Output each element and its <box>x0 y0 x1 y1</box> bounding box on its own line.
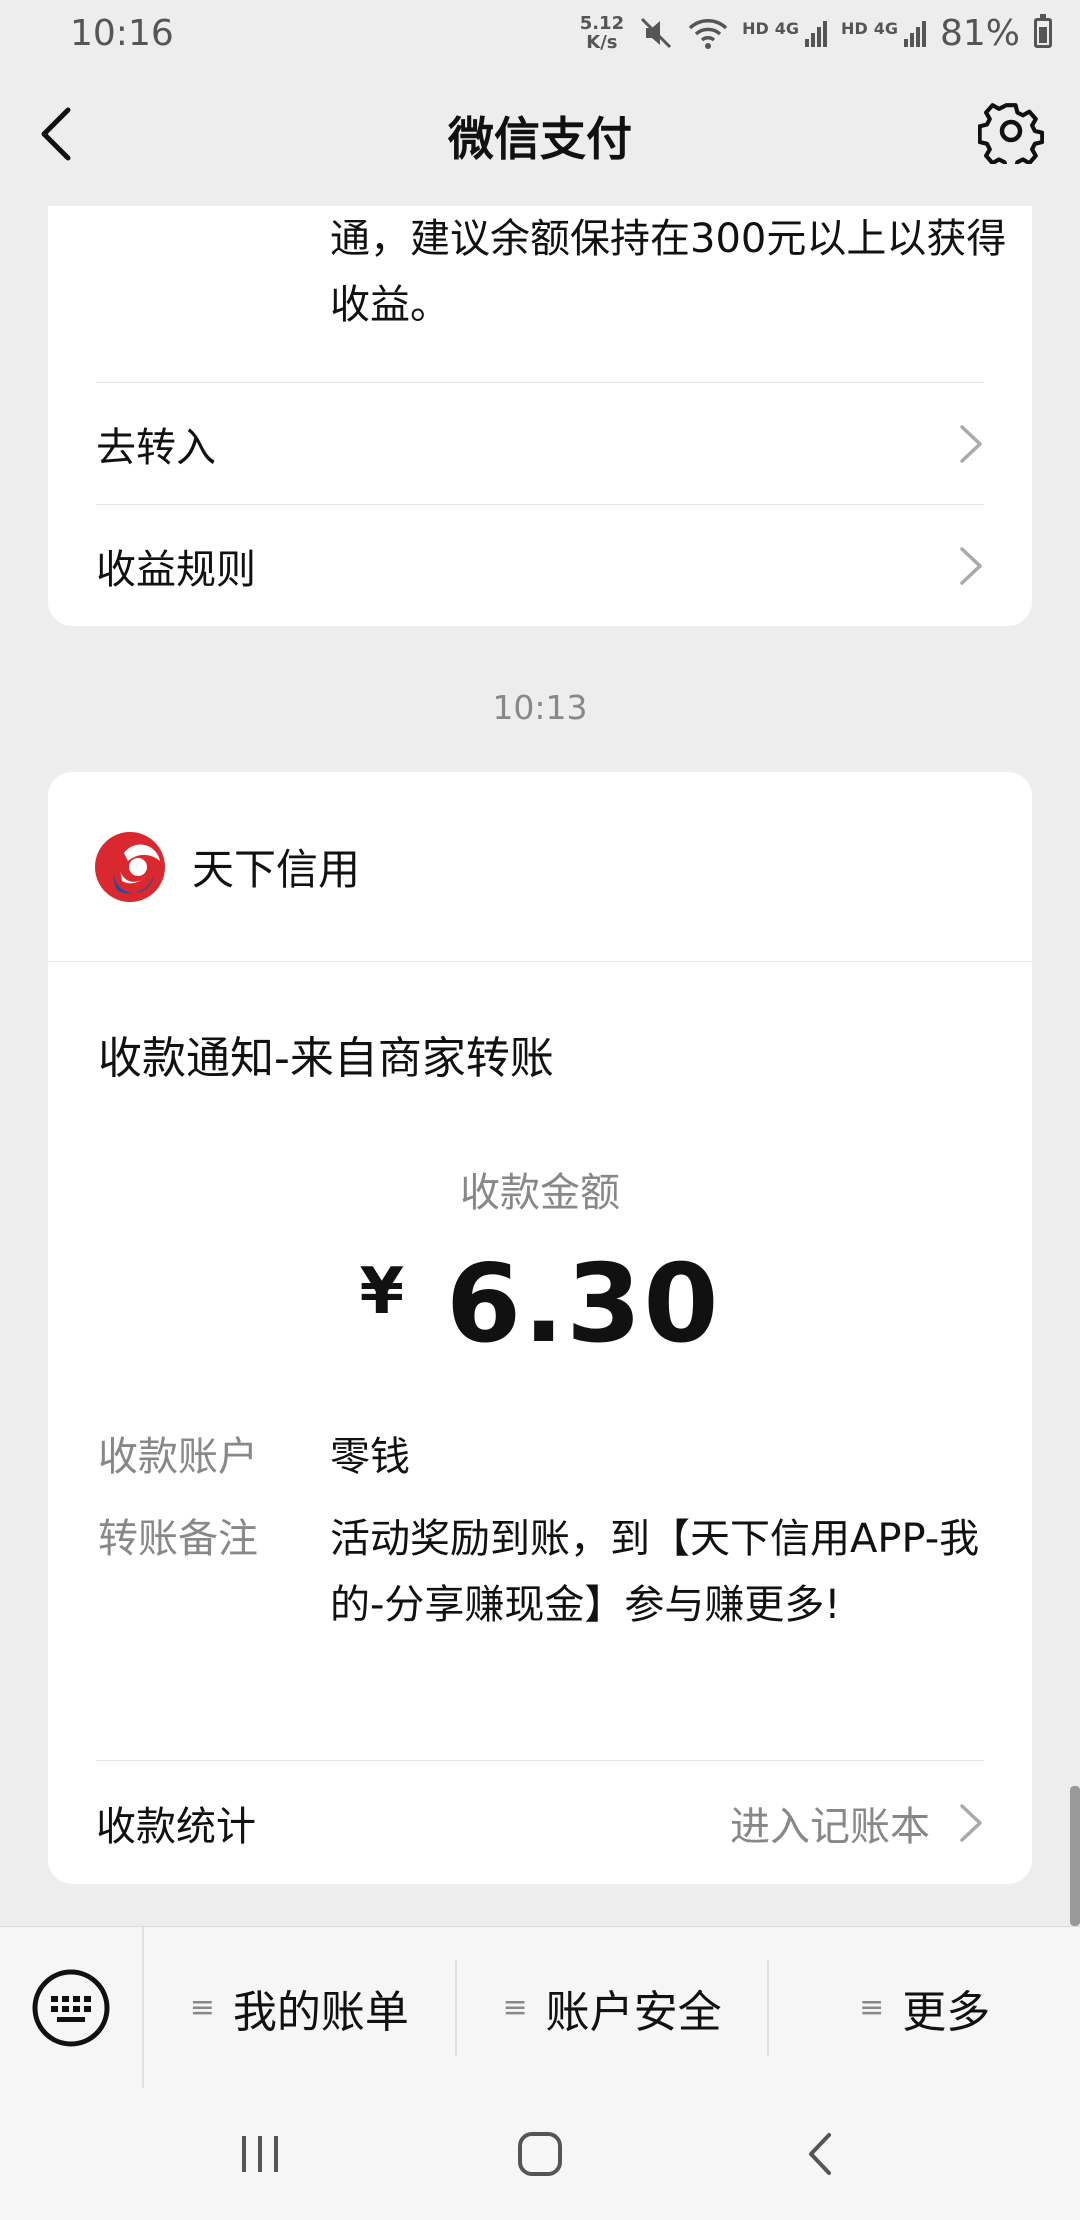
header: 微信支付 <box>0 66 1080 206</box>
ledger-link-label: 进入记账本 <box>730 1803 930 1850</box>
signal-sim2-icon: HD 4G <box>841 19 926 47</box>
recent-apps-button[interactable] <box>220 2114 300 2194</box>
ledger-link[interactable]: 进入记账本 <box>730 1794 984 1852</box>
merchant-header[interactable]: 天下信用 <box>48 772 1032 962</box>
settings-button[interactable] <box>977 98 1045 172</box>
amount-label: 收款金额 <box>460 1170 620 1216</box>
battery-icon <box>1034 14 1052 48</box>
menu-more[interactable]: ≡ 更多 <box>769 1960 1080 2056</box>
back-arrow-icon <box>41 107 71 161</box>
status-bar: 10:16 5.12 K/s HD 4G HD 4G 81% <box>0 0 1080 66</box>
gear-icon <box>977 103 1045 172</box>
sim2-network: 4G <box>873 19 898 38</box>
earnings-rules-row[interactable]: 收益规则 <box>96 504 984 626</box>
transfer-in-label: 去转入 <box>96 424 216 471</box>
signal-sim1-icon: HD 4G <box>742 19 828 47</box>
sim1-label: HD <box>742 19 769 38</box>
mute-icon <box>641 17 672 49</box>
recent-apps-icon <box>242 2136 278 2172</box>
menu-account-security-label: 账户安全 <box>545 1986 722 2038</box>
system-back-icon <box>809 2133 831 2175</box>
net-speed: 5.12 K/s <box>580 14 624 52</box>
payment-stats-row[interactable]: 收款统计 进入记账本 <box>96 1760 984 1884</box>
menu-my-bills-label: 我的账单 <box>232 1986 409 2038</box>
net-speed-unit: K/s <box>586 32 618 53</box>
keyboard-button[interactable] <box>0 1926 144 2089</box>
earnings-rules-label: 收益规则 <box>96 546 256 593</box>
keyboard-icon <box>32 1969 110 2046</box>
account-field-key: 收款账户 <box>98 1434 258 1480</box>
menu-lines-icon: ≡ <box>502 1990 528 2025</box>
account-field-value: 零钱 <box>330 1434 410 1480</box>
amount-value: 6.30 <box>446 1242 721 1367</box>
menu-more-label: 更多 <box>902 1986 991 2038</box>
menu-account-security[interactable]: ≡ 账户安全 <box>457 1959 770 2056</box>
net-speed-value: 5.12 <box>579 13 625 34</box>
sim2-label: HD <box>841 19 868 38</box>
page-title: 微信支付 <box>448 112 632 166</box>
merchant-name: 天下信用 <box>192 845 361 894</box>
chevron-right-icon <box>960 1803 982 1842</box>
home-icon <box>518 2132 562 2176</box>
system-back-button[interactable] <box>780 2114 860 2194</box>
transfer-in-row[interactable]: 去转入 <box>96 382 984 504</box>
bottom-menu: ≡ 我的账单 ≡ 账户安全 ≡ 更多 <box>0 1926 1080 2089</box>
currency-symbol: ¥ <box>359 1255 407 1329</box>
scrollbar[interactable] <box>1070 1786 1080 1926</box>
back-button[interactable] <box>38 104 98 164</box>
chevron-right-icon <box>960 424 982 463</box>
remark-field-key: 转账备注 <box>98 1516 258 1562</box>
menu-lines-icon: ≡ <box>189 1990 215 2025</box>
remark-field-value: 活动奖励到账，到【天下信用APP-我的-分享赚现金】参与赚更多! <box>330 1516 980 1628</box>
system-nav-bar <box>0 2088 1080 2220</box>
message-timestamp: 10:13 <box>492 688 588 727</box>
merchant-logo <box>95 831 165 902</box>
wifi-icon <box>688 19 728 49</box>
stats-label: 收款统计 <box>96 1803 256 1850</box>
payment-notice-card[interactable]: 天下信用 收款通知-来自商家转账 收款金额 ¥6.30 收款账户 零钱 转账备注… <box>48 772 1032 1884</box>
account-field: 收款账户 零钱 <box>98 1424 992 1490</box>
balance-tip-text: 通，建议余额保持在300元以上以获得收益。 <box>330 216 1007 328</box>
notice-title: 收款通知-来自商家转账 <box>98 1033 554 1084</box>
menu-my-bills[interactable]: ≡ 我的账单 <box>144 1959 457 2056</box>
menu-lines-icon: ≡ <box>859 1990 885 2025</box>
home-button[interactable] <box>500 2114 580 2194</box>
balance-tip-card: 通，建议余额保持在300元以上以获得收益。 去转入 收益规则 <box>48 206 1032 626</box>
battery-percent: 81% <box>939 12 1020 54</box>
chevron-right-icon <box>960 546 982 585</box>
amount: ¥6.30 <box>48 1242 1032 1367</box>
status-icons: 5.12 K/s HD 4G HD 4G 81% <box>580 13 1052 54</box>
remark-field: 转账备注 活动奖励到账，到【天下信用APP-我的-分享赚现金】参与赚更多! <box>98 1506 992 1638</box>
status-time: 10:16 <box>70 12 174 54</box>
sim1-network: 4G <box>774 19 800 38</box>
